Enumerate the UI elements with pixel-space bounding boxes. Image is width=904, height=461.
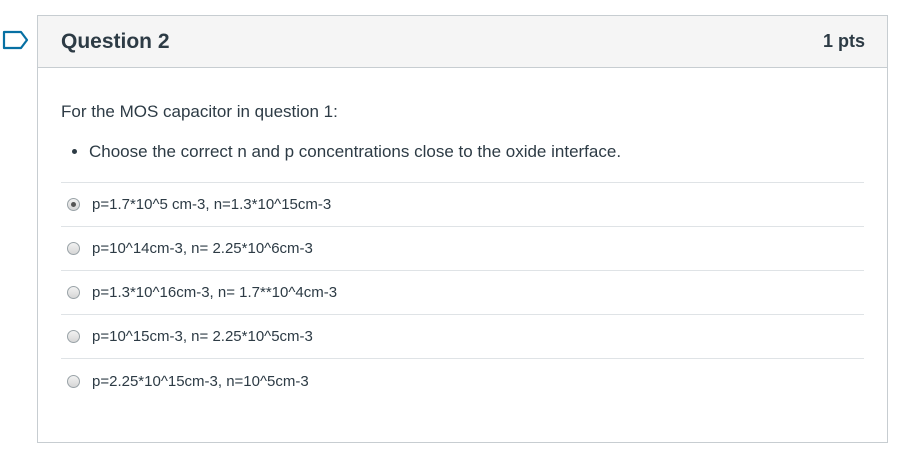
answer-option[interactable]: p=1.3*10^16cm-3, n= 1.7**10^4cm-3 [61, 271, 864, 315]
question-intro: For the MOS capacitor in question 1: [61, 102, 338, 121]
bookmark-flag-icon[interactable] [2, 29, 30, 51]
question-card: Question 2 1 pts For the MOS capacitor i… [37, 15, 888, 443]
answer-list: p=1.7*10^5 cm-3, n=1.3*10^15cm-3 p=10^14… [61, 182, 864, 403]
question-bullet: Choose the correct n and p concentration… [89, 142, 864, 162]
question-body: For the MOS capacitor in question 1: Cho… [38, 68, 887, 403]
question-title: Question 2 [61, 29, 170, 53]
question-header: Question 2 1 pts [38, 16, 887, 68]
answer-option[interactable]: p=2.25*10^15cm-3, n=10^5cm-3 [61, 359, 864, 403]
radio-button[interactable] [67, 242, 80, 255]
answer-label[interactable]: p=10^15cm-3, n= 2.25*10^5cm-3 [92, 328, 313, 345]
radio-button[interactable] [67, 374, 80, 388]
answer-label[interactable]: p=1.7*10^5 cm-3, n=1.3*10^15cm-3 [92, 196, 331, 213]
quiz-page: Question 2 1 pts For the MOS capacitor i… [0, 0, 904, 461]
answer-label[interactable]: p=2.25*10^15cm-3, n=10^5cm-3 [92, 373, 309, 390]
answer-option[interactable]: p=1.7*10^5 cm-3, n=1.3*10^15cm-3 [61, 183, 864, 227]
radio-button-selected[interactable] [67, 198, 80, 211]
radio-button[interactable] [67, 330, 80, 343]
answer-label[interactable]: p=10^14cm-3, n= 2.25*10^6cm-3 [92, 240, 313, 257]
answer-option[interactable]: p=10^15cm-3, n= 2.25*10^5cm-3 [61, 315, 864, 359]
radio-button[interactable] [67, 286, 80, 299]
answer-option[interactable]: p=10^14cm-3, n= 2.25*10^6cm-3 [61, 227, 864, 271]
question-points: 1 pts [822, 31, 865, 51]
question-bullet-list: Choose the correct n and p concentration… [61, 142, 864, 162]
answer-label[interactable]: p=1.3*10^16cm-3, n= 1.7**10^4cm-3 [92, 284, 337, 301]
